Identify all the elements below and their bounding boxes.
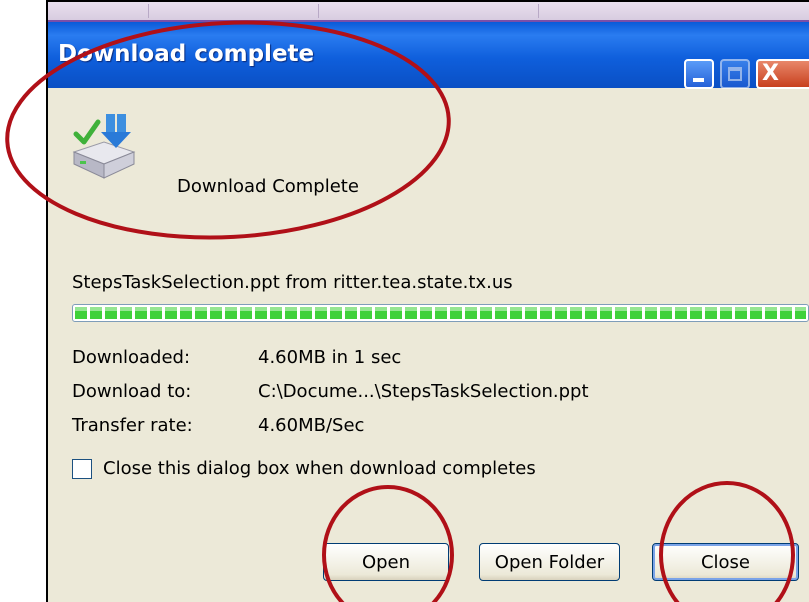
close-icon: X bbox=[762, 61, 779, 86]
strip-divider bbox=[538, 4, 539, 18]
open-folder-button[interactable]: Open Folder bbox=[479, 543, 620, 581]
transfer-rate-value: 4.60MB/Sec bbox=[258, 415, 365, 436]
download-complete-icon bbox=[72, 114, 136, 179]
close-when-complete-label[interactable]: Close this dialog box when download comp… bbox=[103, 458, 536, 479]
minimize-button[interactable] bbox=[684, 59, 714, 89]
download-to-value: C:\Docume...\StepsTaskSelection.ppt bbox=[258, 381, 589, 402]
download-progress-bar bbox=[72, 304, 809, 322]
download-to-label: Download to: bbox=[72, 381, 192, 402]
file-source-line: StepsTaskSelection.ppt from ritter.tea.s… bbox=[72, 272, 513, 293]
close-window-button[interactable]: X bbox=[756, 59, 809, 89]
strip-divider bbox=[318, 4, 319, 18]
downloaded-value: 4.60MB in 1 sec bbox=[258, 347, 402, 368]
download-dialog: Download complete X Download Complete St… bbox=[48, 2, 809, 602]
background-window-strip bbox=[48, 2, 809, 22]
maximize-button[interactable] bbox=[720, 59, 750, 89]
progress-fill bbox=[75, 307, 806, 319]
minimize-icon bbox=[693, 78, 704, 82]
close-when-complete-checkbox[interactable] bbox=[72, 459, 92, 479]
title-bar[interactable]: Download complete X bbox=[48, 22, 809, 89]
strip-divider bbox=[148, 4, 149, 18]
open-button[interactable]: Open bbox=[323, 543, 449, 581]
download-status-text: Download Complete bbox=[177, 176, 359, 197]
window-title: Download complete bbox=[58, 41, 315, 67]
close-button[interactable]: Close bbox=[652, 543, 799, 581]
transfer-rate-label: Transfer rate: bbox=[72, 415, 193, 436]
downloaded-label: Downloaded: bbox=[72, 347, 191, 368]
maximize-icon bbox=[728, 67, 742, 81]
